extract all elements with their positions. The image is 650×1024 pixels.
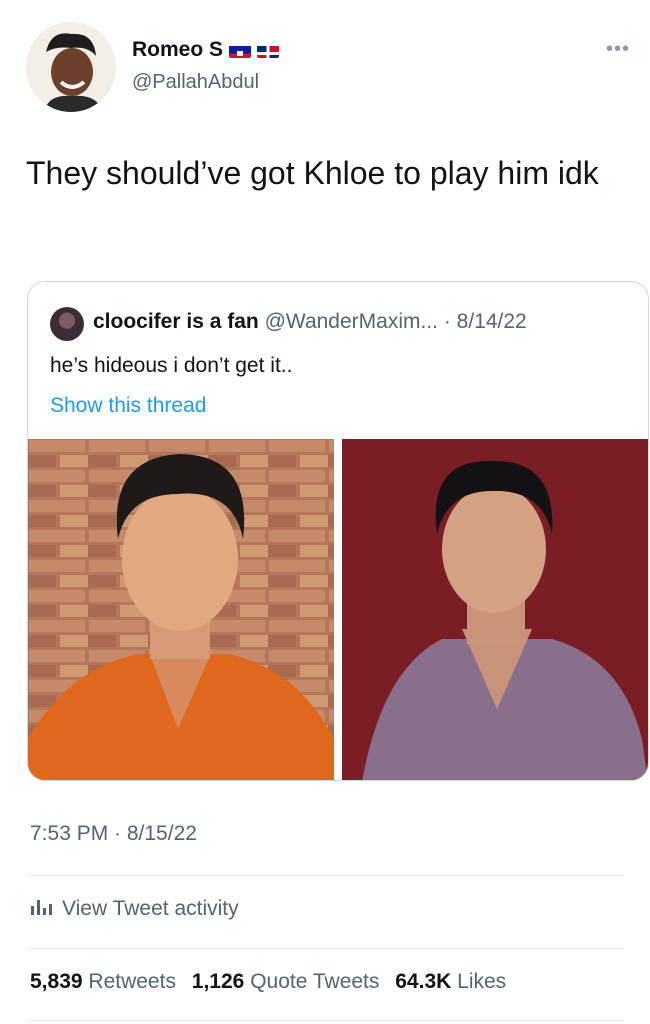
quoted-tweet-header: cloocifer is a fan @WanderMaxim... · 8/1…	[93, 310, 527, 334]
tweet-text: They should’ve got Khloe to play him idk	[26, 155, 599, 191]
likes-stat[interactable]: 64.3K Likes	[395, 970, 506, 993]
quoted-author-avatar[interactable]	[50, 307, 84, 341]
retweets-stat[interactable]: 5,839 Retweets	[30, 970, 176, 993]
divider	[26, 1020, 624, 1021]
show-thread-link[interactable]: Show this thread	[50, 394, 206, 418]
avatar-image	[26, 22, 116, 112]
quote-tweets-stat[interactable]: 1,126 Quote Tweets	[192, 970, 380, 993]
view-tweet-activity[interactable]: View Tweet activity	[30, 896, 239, 922]
view-tweet-activity-label: View Tweet activity	[62, 897, 239, 920]
analytics-icon	[30, 896, 52, 922]
photo-portrait-orange-shirt	[28, 439, 334, 780]
quoted-tweet-text: he’s hideous i don’t get it..	[50, 354, 293, 377]
author-avatar[interactable]	[26, 22, 116, 112]
photo-portrait-purple-shirt	[342, 439, 648, 780]
quoted-author-name: cloocifer is a fan	[93, 310, 259, 333]
tweet-photo-1[interactable]	[28, 439, 334, 780]
dominican-republic-flag-icon	[257, 43, 280, 58]
quoted-tweet-date: · 8/14/22	[443, 310, 527, 333]
tweet-stats: 5,839 Retweets 1,126 Quote Tweets 64.3K …	[30, 970, 506, 994]
quoted-tweet-card[interactable]: cloocifer is a fan @WanderMaxim... · 8/1…	[27, 281, 649, 781]
tweet-timestamp[interactable]: 7:53 PM · 8/15/22	[30, 822, 197, 846]
haiti-flag-icon	[229, 43, 252, 58]
author-handle[interactable]: @PallahAbdul	[132, 71, 259, 94]
more-options-icon[interactable]: •••	[606, 38, 630, 61]
tweet-photo-2[interactable]	[342, 439, 648, 780]
quoted-author-handle: @WanderMaxim...	[264, 310, 438, 333]
author-display-name[interactable]: Romeo S	[132, 38, 280, 62]
divider	[26, 948, 624, 949]
divider	[26, 875, 624, 876]
